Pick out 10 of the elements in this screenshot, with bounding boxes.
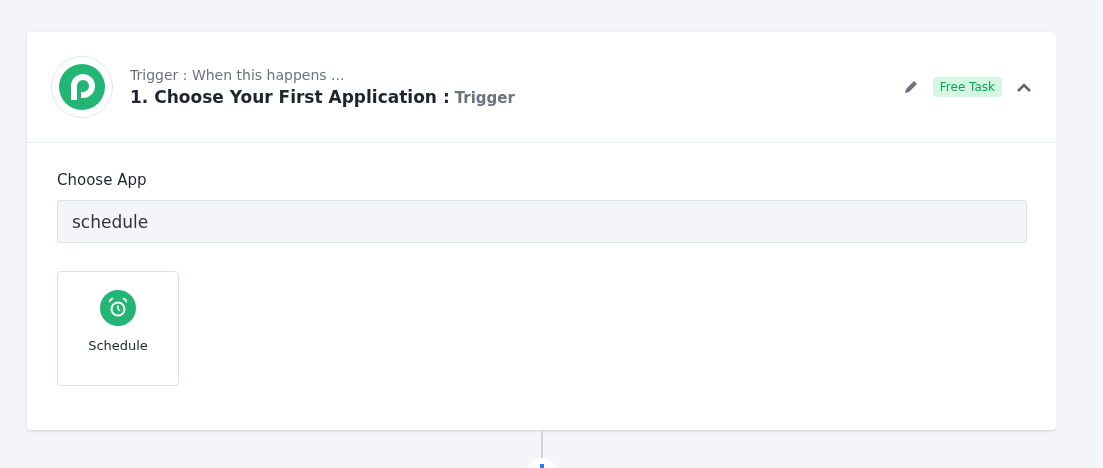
step-title: 1. Choose Your First Application : [130, 87, 450, 107]
step-subtitle: Trigger : When this happens ... [130, 67, 346, 83]
edit-icon[interactable] [902, 79, 919, 95]
collapse-icon[interactable] [1016, 81, 1032, 93]
app-search-field[interactable]: schedule [57, 200, 1027, 243]
step-type: Trigger [454, 89, 515, 107]
free-task-badge: Free Task [932, 77, 1002, 97]
alarm-clock-icon [100, 290, 136, 326]
app-tile[interactable]: Schedule [57, 271, 179, 386]
field-label: Choose App [57, 171, 148, 189]
